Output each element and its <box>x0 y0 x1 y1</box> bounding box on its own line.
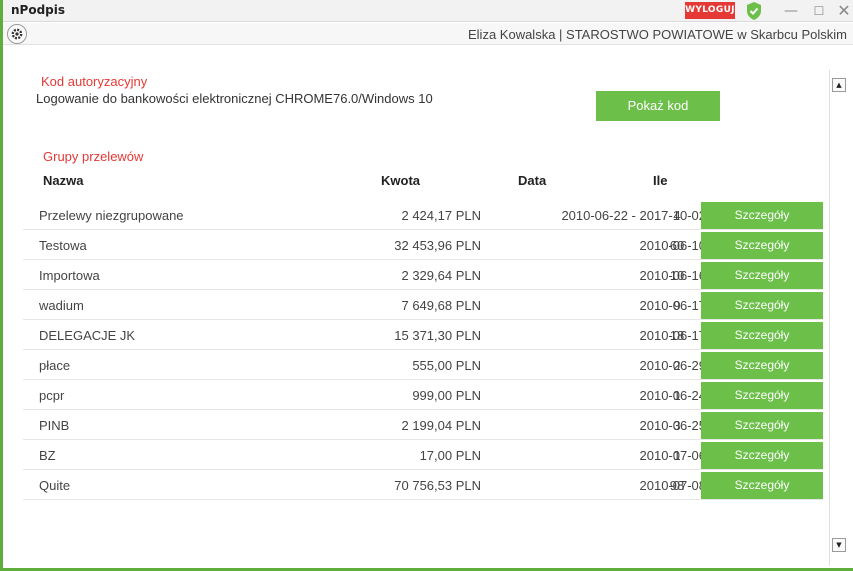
row-name: pcpr <box>39 388 65 403</box>
table-row: DELEGACJE JK 15 371,30 PLN 2010-06-17 18… <box>23 321 823 350</box>
row-name: BZ <box>39 448 56 463</box>
table-row: PINB 2 199,04 PLN 2010-06-25 3 Szczegóły <box>23 411 823 440</box>
row-name: PINB <box>39 418 70 433</box>
scroll-up-icon[interactable]: ▲ <box>832 78 846 92</box>
vertical-scrollbar[interactable]: ▲ ▼ <box>829 70 847 566</box>
user-info: Eliza Kowalska | STAROSTWO POWIATOWE w S… <box>468 27 847 42</box>
column-header-date: Data <box>518 173 547 188</box>
table-row: Quite 70 756,53 PLN 2010-07-08 98 Szczeg… <box>23 471 823 500</box>
row-name: Quite <box>39 478 71 493</box>
details-button[interactable]: Szczegóły <box>701 232 823 259</box>
table-row: pcpr 999,00 PLN 2010-06-24 1 Szczegóły <box>23 381 823 410</box>
table-row: wadium 7 649,68 PLN 2010-06-17 9 Szczegó… <box>23 291 823 320</box>
row-amount: 70 756,53 PLN <box>394 478 481 493</box>
row-name: Importowa <box>39 268 100 283</box>
row-name: Testowa <box>39 238 87 253</box>
row-name: płace <box>39 358 71 373</box>
table-row: BZ 17,00 PLN 2010-07-06 1 Szczegóły <box>23 441 823 470</box>
row-amount: 555,00 PLN <box>412 358 481 373</box>
details-button[interactable]: Szczegóły <box>701 202 823 229</box>
details-button[interactable]: Szczegóły <box>701 442 823 469</box>
row-count: 4 <box>673 208 681 223</box>
auth-description: Logowanie do bankowości elektronicznej C… <box>36 91 433 106</box>
row-amount: 32 453,96 PLN <box>394 238 481 253</box>
row-count: 60 <box>669 238 685 253</box>
details-button[interactable]: Szczegóły <box>701 472 823 499</box>
auth-section-title: Kod autoryzacyjny <box>41 74 148 89</box>
main-content: Kod autoryzacyjny Logowanie do bankowośc… <box>3 46 853 568</box>
title-bar: nPodpis WYLOGUJ — ☐ ✕ <box>3 0 853 22</box>
details-button[interactable]: Szczegóły <box>701 292 823 319</box>
app-title: nPodpis <box>11 3 66 17</box>
close-button[interactable]: ✕ <box>833 1 853 21</box>
show-code-button[interactable]: Pokaż kod <box>596 91 720 121</box>
details-button[interactable]: Szczegóły <box>701 322 823 349</box>
row-count: 3 <box>673 418 681 433</box>
details-button[interactable]: Szczegóły <box>701 382 823 409</box>
row-count: 1 <box>673 388 681 403</box>
minimize-button[interactable]: — <box>780 1 802 21</box>
details-button[interactable]: Szczegóły <box>701 352 823 379</box>
row-count: 18 <box>669 328 685 343</box>
app-window: nPodpis WYLOGUJ — ☐ ✕ Eliza Kowalska | S… <box>0 0 853 571</box>
gear-icon[interactable] <box>7 24 27 44</box>
column-header-count: Ile <box>653 173 668 188</box>
row-count: 1 <box>673 448 681 463</box>
table-row: Testowa 32 453,96 PLN 2010-06-10 60 Szcz… <box>23 231 823 260</box>
table-row: Przelewy niezgrupowane 2 424,17 PLN 2010… <box>23 201 823 230</box>
table-row: płace 555,00 PLN 2010-06-29 2 Szczegóły <box>23 351 823 380</box>
maximize-button[interactable]: ☐ <box>808 1 830 21</box>
column-header-name: Nazwa <box>43 173 84 188</box>
row-amount: 999,00 PLN <box>412 388 481 403</box>
logout-button[interactable]: WYLOGUJ <box>685 2 735 19</box>
details-button[interactable]: Szczegóły <box>701 262 823 289</box>
row-amount: 2 329,64 PLN <box>401 268 481 283</box>
row-count: 98 <box>669 478 685 493</box>
row-count: 10 <box>669 268 685 283</box>
table-row: Importowa 2 329,64 PLN 2010-06-16 10 Szc… <box>23 261 823 290</box>
groups-section-title: Grupy przelewów <box>43 149 144 164</box>
row-amount: 2 424,17 PLN <box>401 208 481 223</box>
row-amount: 2 199,04 PLN <box>401 418 481 433</box>
column-header-amount: Kwota <box>381 173 420 188</box>
details-button[interactable]: Szczegóły <box>701 412 823 439</box>
row-amount: 7 649,68 PLN <box>401 298 481 313</box>
row-name: wadium <box>39 298 84 313</box>
shield-icon[interactable] <box>744 1 764 21</box>
row-count: 2 <box>673 358 681 373</box>
row-count: 9 <box>673 298 681 313</box>
row-amount: 15 371,30 PLN <box>394 328 481 343</box>
row-name: DELEGACJE JK <box>39 328 136 343</box>
scroll-down-icon[interactable]: ▼ <box>832 538 846 552</box>
row-amount: 17,00 PLN <box>419 448 481 463</box>
row-name: Przelewy niezgrupowane <box>39 208 184 223</box>
header-bar: Eliza Kowalska | STAROSTWO POWIATOWE w S… <box>3 23 853 45</box>
